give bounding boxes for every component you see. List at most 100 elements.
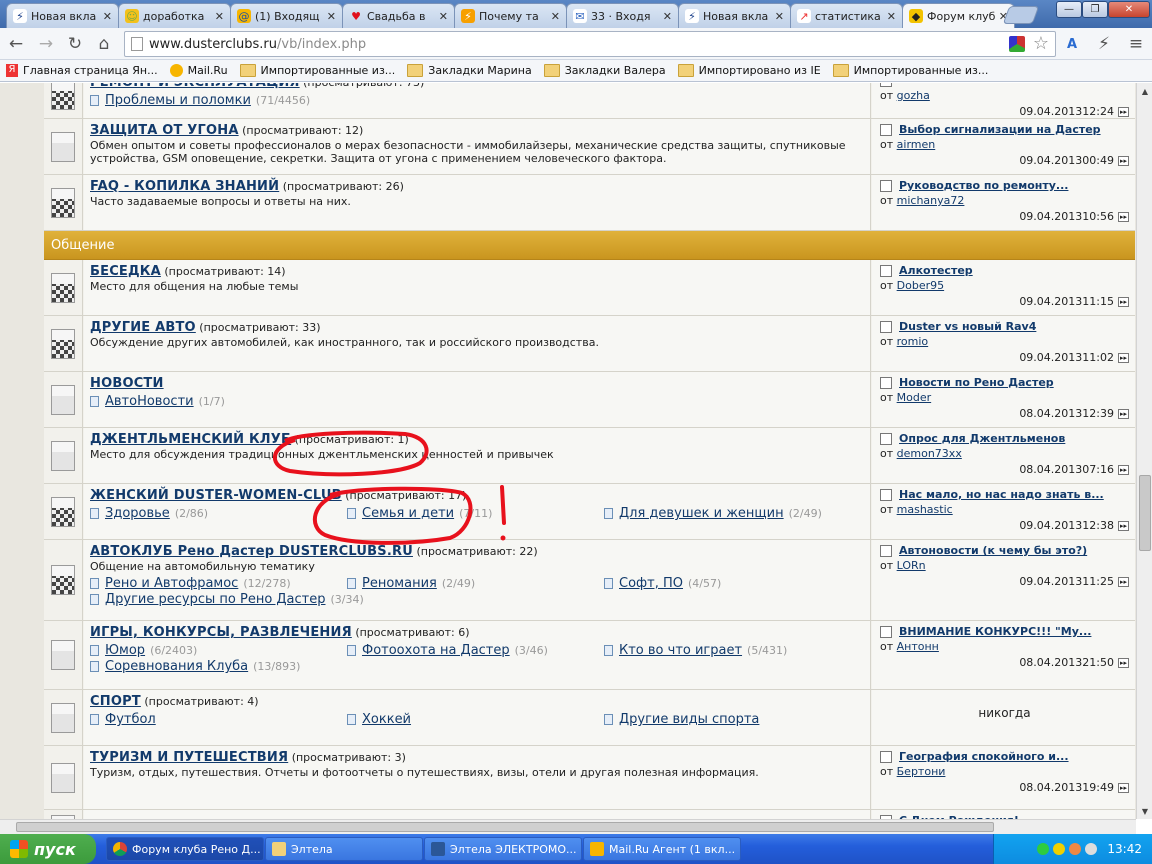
tab-close-icon[interactable]: ✕ <box>327 10 336 23</box>
forum-title-link[interactable]: НОВОСТИ <box>90 376 164 391</box>
forum-title-link[interactable]: ЖЕНСКИЙ DUSTER-WOMEN-CLUB <box>90 488 342 503</box>
go-to-last-post-icon[interactable]: ▸▸ <box>1118 520 1129 531</box>
go-to-last-post-icon[interactable]: ▸▸ <box>1118 352 1129 363</box>
last-post-user-link[interactable]: Moder <box>897 391 932 404</box>
category-header[interactable]: Общение <box>44 231 1135 260</box>
forum-title-link[interactable]: РЕМОНТ И ЭКСПЛУАТАЦИЯ <box>90 83 300 90</box>
last-post-user-link[interactable]: mashastic <box>897 503 953 516</box>
forum-title-link[interactable]: ЗАЩИТА ОТ УГОНА <box>90 123 239 138</box>
language-icon[interactable] <box>1085 843 1098 855</box>
scroll-up-icon[interactable]: ▲ <box>1137 83 1152 99</box>
tab-close-icon[interactable]: ✕ <box>663 10 672 23</box>
minimize-button[interactable]: — <box>1056 1 1082 18</box>
bookmark-item[interactable]: Mail.Ru <box>169 64 228 77</box>
browser-tab[interactable]: ♥ Свадьба в ✕ <box>342 3 455 28</box>
tab-close-icon[interactable]: ✕ <box>551 10 560 23</box>
new-tab-button[interactable] <box>1002 6 1040 24</box>
go-to-last-post-icon[interactable]: ▸▸ <box>1118 657 1129 668</box>
bookmark-item[interactable]: Импортированные из... <box>832 64 988 77</box>
browser-tab[interactable]: ⚡ Новая вкла ✕ <box>6 3 119 28</box>
last-post-user-link[interactable]: romio <box>897 335 929 348</box>
last-post-user-link[interactable]: demon73xx <box>897 447 962 460</box>
forum-title-link[interactable]: ДЖЕНТЛЬМЕНСКИЙ КЛУБ <box>90 432 291 447</box>
forward-icon[interactable]: → <box>34 32 58 56</box>
last-post-user-link[interactable]: Антонн <box>897 640 939 653</box>
address-bar[interactable]: www.dusterclubs.ru/vb/index.php ☆ <box>124 31 1056 57</box>
last-post-title-link[interactable]: География спокойного и... <box>899 750 1069 763</box>
taskbar-item[interactable]: Элтела ЭЛЕКТРОМО... <box>424 837 582 861</box>
tab-close-icon[interactable]: ✕ <box>215 10 224 23</box>
bookmark-item[interactable]: Я Главная страница Ян... <box>6 64 158 77</box>
vertical-scrollbar[interactable]: ▲ ▼ <box>1136 83 1152 819</box>
forum-title-link[interactable]: ИГРЫ, КОНКУРСЫ, РАЗВЛЕЧЕНИЯ <box>90 625 352 640</box>
browser-tab[interactable]: ⚡ Почему та ✕ <box>454 3 567 28</box>
go-to-last-post-icon[interactable]: ▸▸ <box>1118 576 1129 587</box>
subforum-link[interactable]: Семья и дети <box>362 506 454 521</box>
forum-title-link[interactable]: АВТОКЛУБ Рено Дастер DUSTERCLUBS.RU <box>90 544 413 559</box>
taskbar-item[interactable]: Элтела <box>265 837 423 861</box>
subforum-link[interactable]: Футбол <box>105 712 156 727</box>
go-to-last-post-icon[interactable]: ▸▸ <box>1118 408 1129 419</box>
subforum-link[interactable]: Для девушек и женщин <box>619 506 784 521</box>
network-icon[interactable] <box>1037 843 1050 855</box>
last-post-user-link[interactable]: Dober95 <box>897 279 944 292</box>
browser-tab[interactable]: ↗ статистика ✕ <box>790 3 903 28</box>
subforum-link[interactable]: Рено и Автофрамос <box>105 576 238 591</box>
go-to-last-post-icon[interactable]: ▸▸ <box>1118 782 1129 793</box>
last-post-user-link[interactable]: airmen <box>897 138 936 151</box>
star-icon[interactable]: ☆ <box>1033 33 1049 54</box>
bookmark-item[interactable]: Импортировано из IE <box>677 64 821 77</box>
go-to-last-post-icon[interactable]: ▸▸ <box>1118 296 1129 307</box>
tab-close-icon[interactable]: ✕ <box>775 10 784 23</box>
subforum-link[interactable]: Юмор <box>105 643 145 658</box>
bookmark-item[interactable]: Закладки Марина <box>407 64 532 77</box>
close-window-button[interactable]: ✕ <box>1108 1 1150 18</box>
last-post-title-link[interactable]: Нас мало, но нас надо знать в... <box>899 488 1104 501</box>
browser-tab[interactable]: ⚡ Новая вкла ✕ <box>678 3 791 28</box>
tab-close-icon[interactable]: ✕ <box>887 10 896 23</box>
last-post-title-link[interactable]: Автоновости (к чему бы это?) <box>899 544 1087 557</box>
forum-title-link[interactable]: FAQ - КОПИЛКА ЗНАНИЙ <box>90 179 279 194</box>
scroll-down-icon[interactable]: ▼ <box>1137 803 1152 819</box>
last-post-title-link[interactable]: Duster vs новый Rav4 <box>899 320 1036 333</box>
clock[interactable]: 13:42 <box>1107 842 1142 856</box>
forum-title-link[interactable]: СПОРТ <box>90 694 141 709</box>
last-post-user-link[interactable]: LORn <box>897 559 926 572</box>
taskbar-item[interactable]: Mail.Ru Агент (1 вкл... <box>583 837 741 861</box>
last-post-title-link[interactable]: Новости по Рено Дастер <box>899 376 1054 389</box>
taskbar-item[interactable]: Форум клуба Рено Д... <box>106 837 264 861</box>
home-icon[interactable]: ⌂ <box>92 32 116 56</box>
last-post-title-link[interactable]: Выбор сигнализации на Дастер <box>899 123 1101 136</box>
maximize-button[interactable]: ❐ <box>1082 1 1108 18</box>
security-icon[interactable] <box>1053 843 1066 855</box>
translate-icon[interactable]: A <box>1060 32 1084 56</box>
subforum-link[interactable]: Софт, ПО <box>619 576 683 591</box>
subforum-link[interactable]: Другие виды спорта <box>619 712 759 727</box>
subforum-link[interactable]: Проблемы и поломки <box>105 93 251 108</box>
subforum-link[interactable]: Другие ресурсы по Рено Дастер <box>105 592 326 607</box>
last-post-title-link[interactable]: ВНИМАНИЕ КОНКУРС!!! "Му... <box>899 625 1091 638</box>
subforum-link[interactable]: Соревнования Клуба <box>105 659 248 674</box>
back-icon[interactable]: ← <box>4 32 28 56</box>
bolt-icon[interactable]: ⚡ <box>1092 32 1116 56</box>
go-to-last-post-icon[interactable]: ▸▸ <box>1118 155 1129 166</box>
extension-icon[interactable] <box>1009 36 1025 52</box>
vertical-scroll-thumb[interactable] <box>1139 475 1151 551</box>
horizontal-scroll-thumb[interactable] <box>16 822 994 832</box>
forum-title-link[interactable]: ТУРИЗМ И ПУТЕШЕСТВИЯ <box>90 750 288 765</box>
go-to-last-post-icon[interactable]: ▸▸ <box>1118 106 1129 117</box>
last-post-user-link[interactable]: Бертони <box>897 765 946 778</box>
subforum-link[interactable]: АвтоНовости <box>105 394 194 409</box>
reload-icon[interactable]: ↻ <box>63 32 87 56</box>
last-post-title-link[interactable]: Руководство по ремонту... <box>899 179 1068 192</box>
browser-tab[interactable]: @ (1) Входящ ✕ <box>230 3 343 28</box>
antivirus-icon[interactable] <box>1069 843 1082 855</box>
horizontal-scrollbar[interactable] <box>0 819 1136 834</box>
subforum-link[interactable]: Хоккей <box>362 712 411 727</box>
browser-tab[interactable]: ◆ Форум клуб ✕ <box>902 3 1015 28</box>
menu-icon[interactable]: ≡ <box>1124 32 1148 56</box>
subforum-link[interactable]: Реномания <box>362 576 437 591</box>
go-to-last-post-icon[interactable]: ▸▸ <box>1118 211 1129 222</box>
start-button[interactable]: пуск <box>0 834 96 864</box>
subforum-link[interactable]: Фотоохота на Дастер <box>362 643 510 658</box>
